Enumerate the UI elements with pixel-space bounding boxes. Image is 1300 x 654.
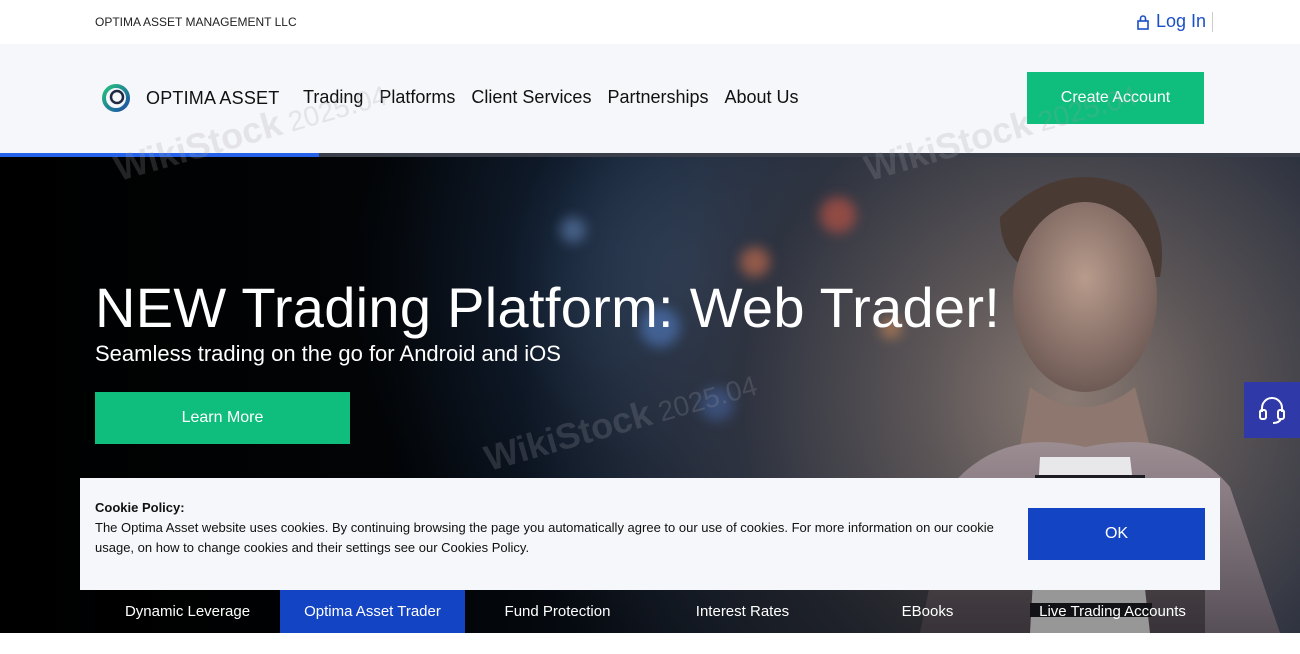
login-label: Log In (1156, 11, 1207, 31)
tab-dynamic-leverage[interactable]: Dynamic Leverage (95, 590, 280, 633)
cookie-ok-button[interactable]: OK (1028, 508, 1205, 560)
login-divider (1212, 12, 1213, 32)
feature-tabs: Dynamic Leverage Optima Asset Trader Fun… (95, 590, 1205, 633)
lock-icon (1136, 14, 1150, 30)
cookie-banner: Cookie Policy: The Optima Asset website … (80, 478, 1220, 590)
tab-fund-protection[interactable]: Fund Protection (465, 590, 650, 633)
tab-live-trading-accounts[interactable]: Live Trading Accounts (1020, 590, 1205, 633)
cookie-title: Cookie Policy: (95, 500, 185, 515)
top-bar: OPTIMA ASSET MANAGEMENT LLC Log In (0, 0, 1300, 44)
create-account-button[interactable]: Create Account (1027, 72, 1204, 124)
bokeh-light (700, 387, 734, 421)
hero-title: NEW Trading Platform: Web Trader! (95, 276, 1001, 339)
tab-ebooks[interactable]: EBooks (835, 590, 1020, 633)
menu-item-client-services[interactable]: Client Services (471, 87, 591, 108)
menu-item-platforms[interactable]: Platforms (379, 87, 455, 108)
optima-logo-icon[interactable] (102, 84, 130, 112)
login-link[interactable]: Log In (1136, 11, 1206, 32)
bokeh-light (740, 247, 770, 277)
bokeh-light (560, 217, 586, 243)
company-name: OPTIMA ASSET MANAGEMENT LLC (95, 15, 297, 29)
brand-name[interactable]: OPTIMA ASSET (146, 88, 279, 109)
cookie-text: The Optima Asset website uses cookies. B… (95, 520, 994, 555)
menu-item-about-us[interactable]: About Us (725, 87, 799, 108)
main-navbar: OPTIMA ASSET Trading Platforms Client Se… (0, 44, 1300, 153)
main-menu: Trading Platforms Client Services Partne… (303, 87, 799, 108)
tab-optima-asset-trader[interactable]: Optima Asset Trader (280, 590, 465, 633)
tab-interest-rates[interactable]: Interest Rates (650, 590, 835, 633)
headset-icon (1259, 397, 1285, 424)
menu-item-trading[interactable]: Trading (303, 87, 363, 108)
bokeh-light (820, 197, 856, 233)
hero-subtitle: Seamless trading on the go for Android a… (95, 341, 561, 366)
menu-item-partnerships[interactable]: Partnerships (607, 87, 708, 108)
support-chat-button[interactable] (1244, 382, 1300, 438)
learn-more-button[interactable]: Learn More (95, 392, 350, 444)
